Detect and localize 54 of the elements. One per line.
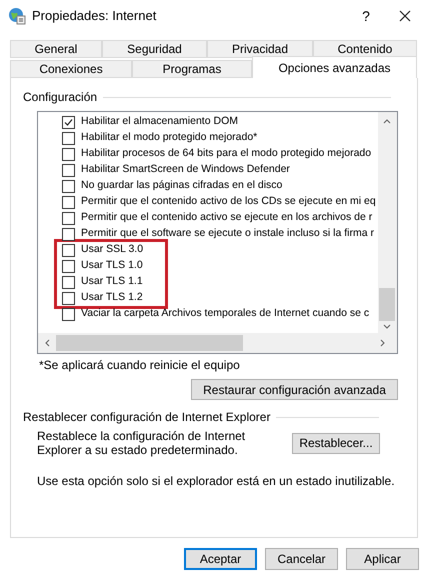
checkbox[interactable]	[62, 308, 75, 320]
checkbox-label: No guardar las páginas cifradas en el disco	[81, 178, 282, 194]
checkbox-label: Usar TLS 1.2	[81, 290, 143, 306]
checkbox-label: Permitir que el contenido activo se ejecute en los archivos de r	[81, 210, 372, 226]
checkbox-label: Habilitar SmartScreen de Windows Defender	[81, 162, 290, 178]
scroll-down-icon[interactable]	[383, 324, 391, 330]
checkbox-label: Habilitar procesos de 64 bits para el modo protegido mejorado	[81, 146, 372, 162]
footnote: *Se aplicará cuando reinicie el equipo	[39, 357, 241, 374]
reset-button[interactable]: Restablecer...	[292, 432, 380, 454]
help-button[interactable]: ?	[351, 6, 381, 26]
checkbox-label: Usar TLS 1.1	[81, 274, 143, 290]
checkbox-label: Habilitar el modo protegido mejorado*	[81, 130, 258, 146]
checkbox[interactable]	[62, 228, 75, 240]
checkbox[interactable]	[62, 244, 75, 256]
tab[interactable]: Programas	[132, 60, 252, 78]
dialog-button[interactable]: Cancelar	[265, 548, 338, 570]
scroll-left-icon[interactable]	[44, 339, 50, 347]
checkbox-label: Permitir que el contenido activo de los CDs se ejecute en mi eq	[81, 194, 376, 210]
checkbox-label: Usar SSL 3.0	[81, 242, 144, 258]
tab[interactable]: Seguridad	[102, 40, 207, 58]
reset-note: Use esta opción solo si el explorador está en un estado inutilizable.	[37, 473, 396, 490]
checkbox[interactable]	[62, 292, 75, 304]
tab[interactable]: General	[10, 40, 102, 58]
restore-button[interactable]: Restaurar configuración avanzada	[191, 379, 398, 400]
checkbox[interactable]	[62, 180, 75, 192]
checkbox[interactable]	[62, 276, 75, 288]
reset-description: Restablece la configuración de Internet Explorer a su estado predeterminado.	[37, 429, 246, 457]
checkbox[interactable]	[62, 148, 75, 160]
tab[interactable]: Opciones avanzadas	[252, 56, 417, 78]
checkbox[interactable]	[62, 260, 75, 272]
group-title: Configuración	[23, 89, 98, 106]
horizontal-scrollbar[interactable]	[38, 333, 397, 353]
tab[interactable]: Conexiones	[10, 60, 132, 78]
scroll-right-icon[interactable]	[380, 339, 386, 347]
globe-icon	[8, 7, 26, 25]
checkbox[interactable]	[62, 164, 75, 176]
tab[interactable]: Privacidad	[207, 40, 313, 58]
scroll-thumb[interactable]	[56, 335, 243, 351]
checkbox-label: Permitir que el software se ejecute o instale incluso si la firma r	[81, 226, 374, 242]
checkbox[interactable]	[62, 116, 75, 128]
checkbox-label: Vaciar la carpeta Archivos temporales de Internet cuando se c	[81, 306, 370, 322]
group-title: Restablecer configuración de Internet Explorer	[23, 409, 270, 426]
scroll-up-icon[interactable]	[383, 118, 391, 124]
close-icon[interactable]	[399, 10, 411, 22]
scroll-thumb[interactable]	[379, 288, 395, 321]
checkbox-label: Usar TLS 1.0	[81, 258, 143, 274]
vertical-scrollbar[interactable]	[378, 112, 397, 334]
window-title: Propiedades: Internet	[32, 7, 156, 26]
checkbox[interactable]	[62, 196, 75, 208]
checkbox-label: Habilitar el almacenamiento DOM	[81, 114, 238, 130]
checkbox[interactable]	[62, 132, 75, 144]
dialog-button[interactable]: Aplicar	[346, 548, 419, 570]
checkbox[interactable]	[62, 212, 75, 224]
dialog-button[interactable]: Aceptar	[184, 548, 257, 570]
